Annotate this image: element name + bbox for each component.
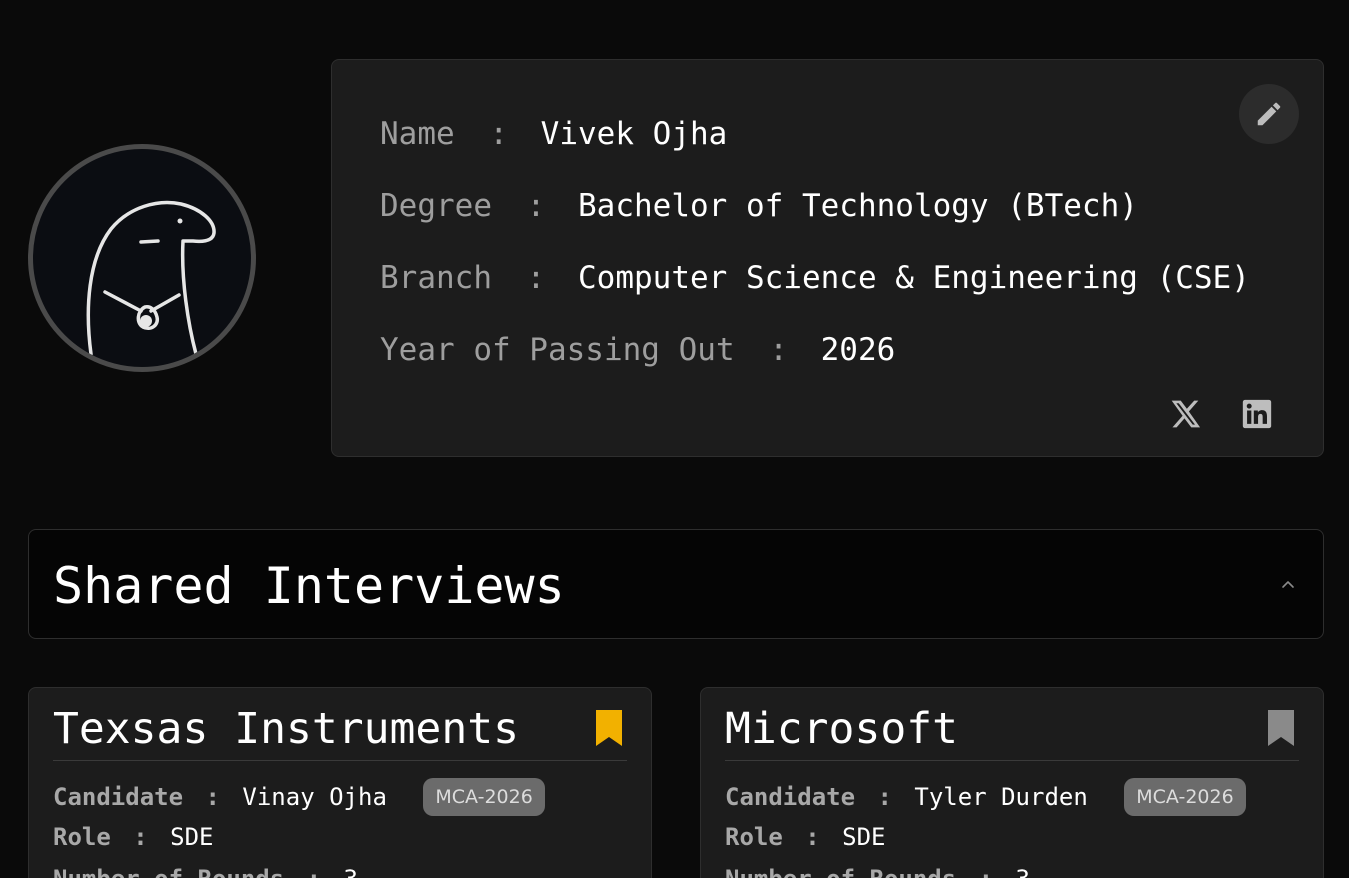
separator: : bbox=[877, 783, 892, 811]
role-label: Role bbox=[725, 823, 783, 851]
name-value: Vivek Ojha bbox=[540, 116, 728, 152]
shared-interviews-accordion[interactable]: Shared Interviews bbox=[28, 529, 1324, 639]
profile-avatar bbox=[28, 144, 256, 372]
edit-profile-button[interactable] bbox=[1239, 84, 1299, 144]
role-line: Role : SDE bbox=[725, 822, 886, 852]
linkedin-link[interactable] bbox=[1239, 396, 1275, 432]
divider bbox=[725, 760, 1299, 761]
name-label: Name bbox=[380, 116, 455, 152]
branch-label: Branch bbox=[380, 260, 492, 296]
year-value: 2026 bbox=[820, 332, 896, 368]
linkedin-icon bbox=[1242, 399, 1272, 429]
shared-interviews-title: Shared Interviews bbox=[53, 557, 565, 615]
separator: : bbox=[769, 332, 788, 368]
role-value: SDE bbox=[842, 823, 886, 851]
rounds-label: Number of Rounds bbox=[53, 865, 284, 878]
chevron-up-icon bbox=[1282, 581, 1294, 588]
interview-card[interactable]: Microsoft Candidate : Tyler Durden MCA-2… bbox=[700, 687, 1324, 878]
profile-card: Name : Vivek Ojha Degree : Bachelor of T… bbox=[331, 59, 1324, 457]
rounds-line: Number of Rounds : 3 bbox=[725, 864, 1030, 878]
separator: : bbox=[805, 823, 820, 851]
separator: : bbox=[307, 865, 321, 878]
rounds-value: 3 bbox=[1016, 865, 1030, 878]
branch-row: Branch : Computer Science & Engineering … bbox=[380, 258, 1250, 298]
x-twitter-icon bbox=[1171, 400, 1201, 428]
degree-label: Degree bbox=[380, 188, 492, 224]
bookmark-icon[interactable] bbox=[593, 708, 625, 748]
role-value: SDE bbox=[170, 823, 214, 851]
candidate-label: Candidate bbox=[725, 783, 856, 811]
rounds-line: Number of Rounds : 3 bbox=[53, 864, 358, 878]
degree-row: Degree : Bachelor of Technology (BTech) bbox=[380, 186, 1138, 226]
role-line: Role : SDE bbox=[53, 822, 214, 852]
candidate-name: Vinay Ojha bbox=[242, 783, 387, 811]
year-row: Year of Passing Out : 2026 bbox=[380, 330, 895, 370]
role-label: Role bbox=[53, 823, 111, 851]
x-twitter-link[interactable] bbox=[1167, 396, 1203, 432]
interview-card[interactable]: Texsas Instruments Candidate : Vinay Ojh… bbox=[28, 687, 652, 878]
divider bbox=[53, 760, 627, 761]
separator: : bbox=[526, 260, 546, 296]
avatar-doodle bbox=[86, 200, 216, 356]
company-name: Texsas Instruments bbox=[53, 704, 519, 754]
separator: : bbox=[489, 116, 508, 152]
name-row: Name : Vivek Ojha bbox=[380, 114, 727, 154]
candidate-label: Candidate bbox=[53, 783, 184, 811]
separator: : bbox=[133, 823, 148, 851]
bookmark-icon[interactable] bbox=[1265, 708, 1297, 748]
rounds-label: Number of Rounds bbox=[725, 865, 956, 878]
candidate-line: Candidate : Vinay Ojha MCA-2026 bbox=[53, 778, 545, 818]
separator: : bbox=[979, 865, 993, 878]
pencil-icon bbox=[1257, 102, 1281, 126]
rounds-value: 3 bbox=[344, 865, 358, 878]
candidate-line: Candidate : Tyler Durden MCA-2026 bbox=[725, 778, 1246, 818]
separator: : bbox=[205, 783, 220, 811]
candidate-name: Tyler Durden bbox=[914, 783, 1088, 811]
year-label: Year of Passing Out bbox=[380, 332, 735, 368]
separator: : bbox=[526, 188, 546, 224]
company-name: Microsoft bbox=[725, 704, 958, 754]
batch-badge: MCA-2026 bbox=[1124, 778, 1246, 816]
degree-value: Bachelor of Technology (BTech) bbox=[578, 188, 1138, 224]
branch-value: Computer Science & Engineering (CSE) bbox=[578, 260, 1250, 296]
batch-badge: MCA-2026 bbox=[423, 778, 545, 816]
